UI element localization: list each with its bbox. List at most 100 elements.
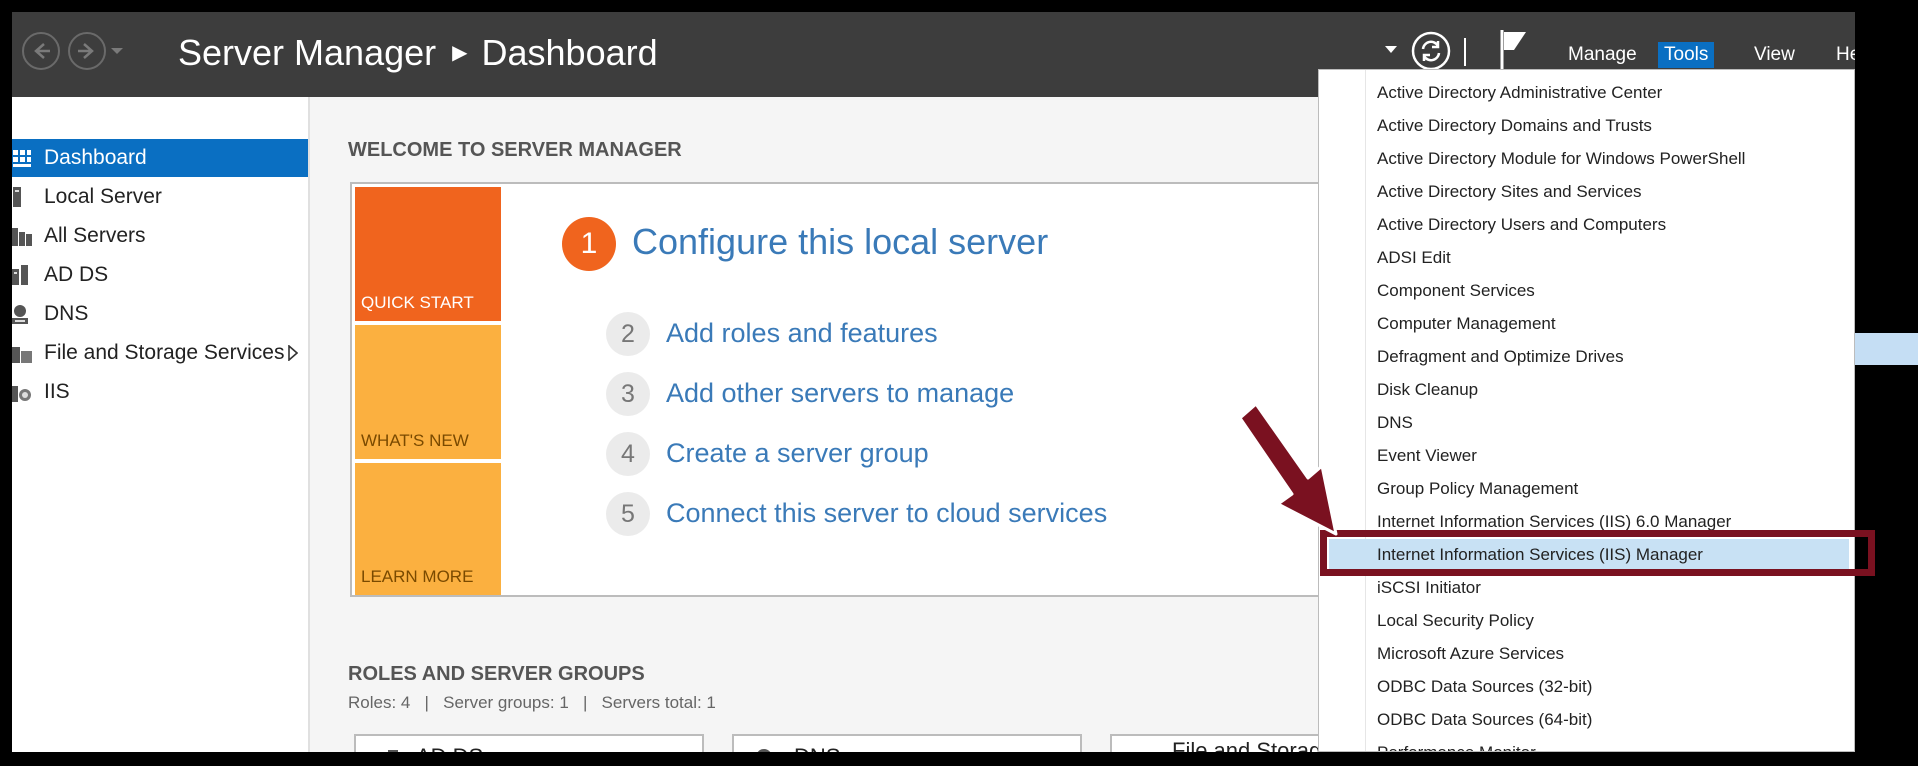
- tools-menu-item-label: Active Directory Users and Computers: [1377, 215, 1667, 234]
- tools-menu-item[interactable]: ODBC Data Sources (64-bit): [1319, 703, 1854, 736]
- sidebar-item-label: Local Server: [44, 185, 162, 208]
- tools-menu-item-label: Microsoft Azure Services: [1377, 644, 1565, 663]
- breadcrumb-separator-icon: ▶: [452, 41, 468, 64]
- tile-label: QUICK START: [361, 293, 474, 312]
- sidebar: Dashboard Local Server All Servers AD DS…: [12, 97, 310, 752]
- storage-icon: [12, 347, 32, 363]
- role-card-ad-ds[interactable]: AD DS: [354, 734, 704, 752]
- forward-arrow-icon: [78, 43, 94, 59]
- tools-menu-dropdown: Active Directory Administrative Center Ac…: [1318, 69, 1855, 752]
- sidebar-item-label: DNS: [44, 302, 89, 325]
- tile-quick-start[interactable]: QUICK START: [355, 187, 501, 321]
- sidebar-item-file-storage[interactable]: File and Storage Services: [12, 334, 308, 372]
- menu-view[interactable]: View: [1748, 42, 1801, 68]
- tools-menu-item-label: Active Directory Domains and Trusts: [1377, 116, 1652, 135]
- step-number: 1: [562, 217, 616, 271]
- step-link[interactable]: Configure this local server: [632, 221, 1048, 263]
- dashboard-icon: [13, 150, 31, 167]
- welcome-heading: WELCOME TO SERVER MANAGER: [348, 139, 682, 161]
- tools-menu-item[interactable]: Active Directory Users and Computers: [1319, 208, 1854, 241]
- tools-menu-item[interactable]: Active Directory Sites and Services: [1319, 175, 1854, 208]
- tools-menu-item[interactable]: Event Viewer: [1319, 439, 1854, 472]
- sidebar-item-dashboard[interactable]: Dashboard: [12, 139, 308, 177]
- step-link[interactable]: Connect this server to cloud services: [666, 498, 1107, 529]
- annotation-highlight-box: [1320, 530, 1875, 576]
- sidebar-item-label: IIS: [44, 380, 70, 403]
- tools-menu-item[interactable]: Active Directory Domains and Trusts: [1319, 109, 1854, 142]
- notifications-dropdown-icon[interactable]: [1385, 46, 1397, 54]
- tools-menu-item[interactable]: DNS: [1319, 406, 1854, 439]
- menu-manage[interactable]: Manage: [1562, 42, 1643, 68]
- back-arrow-icon: [34, 43, 50, 59]
- storage-icon: [1132, 750, 1160, 752]
- tools-menu-item[interactable]: Performance Monitor: [1319, 736, 1854, 751]
- sidebar-item-iis[interactable]: IIS: [12, 373, 308, 411]
- tile-learn-more[interactable]: LEARN MORE: [355, 463, 501, 595]
- tools-menu-item-label: Internet Information Services (IIS) 6.0 …: [1377, 512, 1732, 531]
- tools-menu-item[interactable]: Active Directory Administrative Center: [1319, 76, 1854, 109]
- tools-menu-item[interactable]: Active Directory Module for Windows Powe…: [1319, 142, 1854, 175]
- tools-menu-item-label: Active Directory Module for Windows Powe…: [1377, 149, 1746, 168]
- tools-menu-item-label: Performance Monitor: [1377, 743, 1536, 751]
- toolbar-divider: [1464, 38, 1466, 66]
- tools-menu-item-label: Group Policy Management: [1377, 479, 1579, 498]
- dns-icon: [12, 305, 28, 324]
- ad-ds-icon: [388, 750, 398, 752]
- ad-ds-icon: [12, 265, 28, 285]
- expand-chevron-icon[interactable]: [288, 345, 298, 361]
- tools-menu-item[interactable]: Group Policy Management: [1319, 472, 1854, 505]
- tools-menu-item[interactable]: Computer Management: [1319, 307, 1854, 340]
- roles-heading: ROLES AND SERVER GROUPS: [348, 663, 645, 685]
- tools-menu-item-label: Event Viewer: [1377, 446, 1477, 465]
- role-card-title: DNS: [794, 744, 840, 752]
- tools-menu-item[interactable]: Disk Cleanup: [1319, 373, 1854, 406]
- tools-menu-item[interactable]: ODBC Data Sources (32-bit): [1319, 670, 1854, 703]
- tools-menu-item-label: Disk Cleanup: [1377, 380, 1479, 399]
- tools-menu-item-label: iSCSI Initiator: [1377, 578, 1481, 597]
- refresh-icon[interactable]: [1410, 30, 1452, 72]
- tools-menu-item-label: Local Security Policy: [1377, 611, 1534, 630]
- role-card-dns[interactable]: DNS: [732, 734, 1082, 752]
- sidebar-item-all-servers[interactable]: All Servers: [12, 217, 308, 255]
- step-number: 5: [606, 492, 650, 536]
- tools-menu-item[interactable]: Local Security Policy: [1319, 604, 1854, 637]
- annotation-arrow-icon: [1238, 402, 1338, 536]
- breadcrumb: Server Manager ▶ Dashboard: [178, 32, 658, 74]
- breadcrumb-page: Dashboard: [481, 32, 658, 73]
- tools-menu-item-label: ODBC Data Sources (32-bit): [1377, 677, 1593, 696]
- tools-menu-item-label: ADSI Edit: [1377, 248, 1451, 267]
- step-link[interactable]: Add roles and features: [666, 318, 938, 349]
- quick-start-panel: QUICK START WHAT'S NEW LEARN MORE 1 Conf…: [350, 182, 1350, 597]
- history-dropdown-icon[interactable]: [110, 46, 124, 56]
- step-link[interactable]: Add other servers to manage: [666, 378, 1014, 409]
- sidebar-item-dns[interactable]: DNS: [12, 295, 308, 333]
- sidebar-item-local-server[interactable]: Local Server: [12, 178, 308, 216]
- tools-menu-item-label: Component Services: [1377, 281, 1535, 300]
- menu-help[interactable]: Help: [1830, 42, 1855, 68]
- highlighted-row-edge: [1844, 333, 1918, 365]
- sidebar-item-ad-ds[interactable]: AD DS: [12, 256, 308, 294]
- tools-menu-item-label: ODBC Data Sources (64-bit): [1377, 710, 1593, 729]
- tools-menu-item-label: Computer Management: [1377, 314, 1556, 333]
- tools-menu-item-label: Defragment and Optimize Drives: [1377, 347, 1624, 366]
- step-number: 4: [606, 432, 650, 476]
- tile-whats-new[interactable]: WHAT'S NEW: [355, 325, 501, 459]
- step-number: 2: [606, 312, 650, 356]
- tile-label: WHAT'S NEW: [361, 431, 469, 450]
- step-link[interactable]: Create a server group: [666, 438, 929, 469]
- tools-menu-item[interactable]: Component Services: [1319, 274, 1854, 307]
- back-button[interactable]: [22, 32, 60, 70]
- sidebar-item-label: File and Storage Services: [44, 341, 285, 364]
- step-number: 3: [606, 372, 650, 416]
- menu-tools[interactable]: Tools: [1658, 42, 1715, 68]
- servers-icon: [12, 228, 32, 246]
- tools-menu-item[interactable]: ADSI Edit: [1319, 241, 1854, 274]
- dns-icon: [757, 749, 771, 752]
- notifications-flag-icon[interactable]: [1498, 28, 1530, 72]
- breadcrumb-app: Server Manager: [178, 32, 437, 73]
- sidebar-item-label: Dashboard: [44, 146, 147, 169]
- forward-button[interactable]: [68, 32, 106, 70]
- tile-label: LEARN MORE: [361, 567, 474, 586]
- tools-menu-item[interactable]: Microsoft Azure Services: [1319, 637, 1854, 670]
- tools-menu-item[interactable]: Defragment and Optimize Drives: [1319, 340, 1854, 373]
